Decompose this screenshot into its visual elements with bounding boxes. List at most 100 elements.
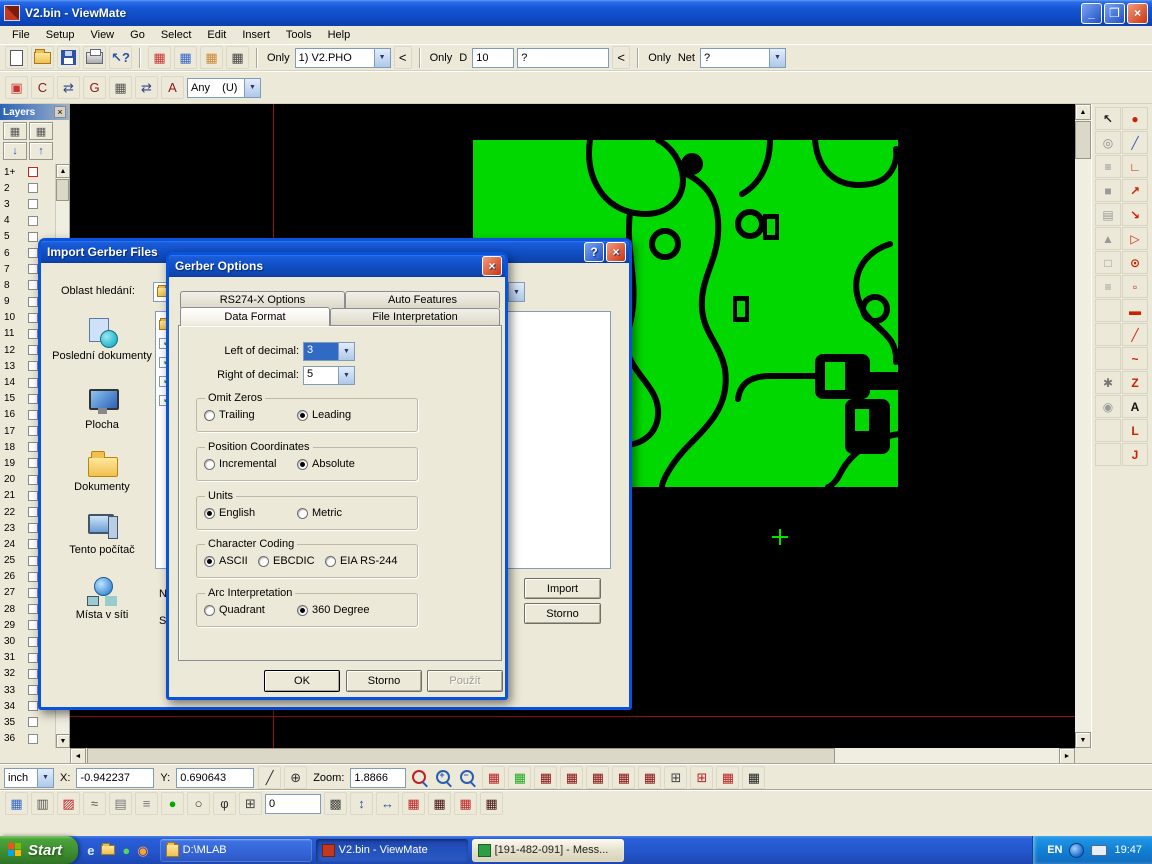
left-of-decimal-combo[interactable]: 3 ▼	[303, 342, 355, 361]
select-mode-combo[interactable]: Any (U) ▼	[187, 78, 261, 98]
menu-select[interactable]: Select	[153, 27, 200, 43]
radio-quadrant[interactable]: Quadrant	[204, 604, 265, 616]
zoom-out-icon[interactable]: −	[458, 768, 478, 788]
chevron-down-icon[interactable]: ▼	[338, 343, 354, 360]
layer-color-checkbox[interactable]	[28, 410, 38, 420]
layer-row-1+[interactable]: 1+	[0, 164, 56, 180]
tool-icon[interactable]: ⊕	[284, 766, 307, 789]
radio-ebcdic[interactable]: EBCDIC	[258, 555, 315, 567]
tray-status-icon[interactable]	[1069, 843, 1084, 858]
layer-row-4[interactable]: 4	[0, 213, 56, 229]
layer-color-checkbox[interactable]	[28, 329, 38, 339]
layer-color-checkbox[interactable]	[28, 717, 38, 727]
layer-color-checkbox[interactable]	[28, 539, 38, 549]
menu-insert[interactable]: Insert	[234, 27, 278, 43]
layer-color-checkbox[interactable]	[28, 458, 38, 468]
tool-icon[interactable]: ▦	[560, 766, 583, 789]
tool-icon[interactable]: C	[31, 76, 54, 99]
radio-360-degree[interactable]: 360 Degree	[297, 604, 370, 616]
tool-icon[interactable]: ▤	[109, 792, 132, 815]
tool-icon[interactable]: ≡	[135, 792, 158, 815]
radio-icon[interactable]	[204, 459, 215, 470]
ok-button[interactable]: OK	[264, 670, 340, 692]
layer-color-checkbox[interactable]	[28, 167, 38, 177]
layer-color-checkbox[interactable]	[28, 507, 38, 517]
zoom-in-icon[interactable]: +	[434, 768, 454, 788]
close-icon[interactable]: ×	[54, 106, 66, 118]
taskbar-item-mlab[interactable]: D:\MLAB	[160, 839, 312, 862]
horizontal-scrollbar[interactable]: ◄ ►	[70, 748, 1075, 764]
scroll-up-icon[interactable]: ▲	[1075, 104, 1091, 120]
radio-leading[interactable]: Leading	[297, 409, 351, 421]
layer-color-checkbox[interactable]	[28, 248, 38, 258]
tool-icon[interactable]: ▦	[508, 766, 531, 789]
tool-icon[interactable]: ▨	[57, 792, 80, 815]
tool-icon[interactable]: ↖	[1095, 107, 1121, 130]
layer-color-checkbox[interactable]	[28, 183, 38, 193]
tool-icon[interactable]: ⊙	[1122, 251, 1148, 274]
tool-icon[interactable]: ≡	[1095, 155, 1121, 178]
scrollbar-thumb[interactable]	[1075, 121, 1091, 159]
tool-icon[interactable]: ▦	[226, 46, 249, 69]
layer-color-checkbox[interactable]	[28, 588, 38, 598]
menu-tools[interactable]: Tools	[278, 27, 320, 43]
quicklaunch-icon[interactable]: e	[87, 844, 94, 857]
tool-icon[interactable]	[1095, 299, 1121, 322]
layer-color-checkbox[interactable]	[28, 556, 38, 566]
y-coordinate-input[interactable]: 0.690643	[176, 768, 254, 788]
tool-icon[interactable]: ▷	[1122, 227, 1148, 250]
new-button[interactable]	[5, 46, 28, 69]
tool-icon[interactable]: ▦	[3, 122, 27, 140]
tool-icon[interactable]: A	[1122, 395, 1148, 418]
scroll-right-icon[interactable]: ►	[1059, 748, 1075, 764]
tool-icon[interactable]	[1095, 323, 1121, 346]
tool-icon[interactable]: ⊞	[239, 792, 262, 815]
radio-icon[interactable]	[297, 410, 308, 421]
tool-icon[interactable]: ◎	[1095, 131, 1121, 154]
chevron-down-icon[interactable]: ▼	[769, 49, 785, 67]
layer-color-checkbox[interactable]	[28, 523, 38, 533]
scroll-up-icon[interactable]: ▲	[56, 164, 70, 178]
tool-icon[interactable]: ▤	[1095, 203, 1121, 226]
chevron-down-icon[interactable]: ▼	[244, 79, 260, 97]
tool-icon[interactable]: ▫	[1122, 275, 1148, 298]
layer-color-checkbox[interactable]	[28, 378, 38, 388]
scroll-down-icon[interactable]: ▼	[56, 734, 70, 748]
tool-icon[interactable]: ▦	[109, 76, 132, 99]
only-layer-label[interactable]: Only	[265, 52, 292, 64]
restore-button[interactable]: ❒	[1104, 3, 1125, 24]
tool-icon[interactable]: ∟	[1122, 155, 1148, 178]
layer-color-checkbox[interactable]	[28, 685, 38, 695]
tool-icon[interactable]: ▲	[1095, 227, 1121, 250]
menu-setup[interactable]: Setup	[38, 27, 83, 43]
tool-icon[interactable]: ⊞	[690, 766, 713, 789]
dcode-query-input[interactable]: ?	[517, 48, 609, 68]
tool-icon[interactable]: ▦	[402, 792, 425, 815]
dcode-input[interactable]: 10	[472, 48, 514, 68]
place-network[interactable]: Místa v síti	[51, 576, 153, 621]
tool-icon[interactable]: ●	[1122, 107, 1148, 130]
tool-icon[interactable]: ≡	[1095, 275, 1121, 298]
layer-color-checkbox[interactable]	[28, 653, 38, 663]
layer-color-checkbox[interactable]	[28, 280, 38, 290]
only-net-label[interactable]: Only	[646, 52, 673, 64]
radio-metric[interactable]: Metric	[297, 507, 342, 519]
prev-dcode-button[interactable]: <	[612, 46, 630, 69]
tool-icon[interactable]: ▦	[148, 46, 171, 69]
tab-file-interpretation[interactable]: File Interpretation	[330, 308, 500, 325]
tool-icon[interactable]: □	[1095, 251, 1121, 274]
menu-file[interactable]: File	[4, 27, 38, 43]
right-of-decimal-combo[interactable]: 5 ▼	[303, 366, 355, 385]
menu-help[interactable]: Help	[320, 27, 359, 43]
scrollbar-thumb[interactable]	[56, 179, 69, 201]
place-desktop[interactable]: Plocha	[51, 386, 153, 431]
tool-icon[interactable]: ✱	[1095, 371, 1121, 394]
start-button[interactable]: Start	[0, 836, 78, 864]
layer-color-checkbox[interactable]	[28, 216, 38, 226]
radio-icon[interactable]	[204, 605, 215, 616]
cancel-button[interactable]: Storno	[524, 603, 601, 624]
layer-color-checkbox[interactable]	[28, 442, 38, 452]
layer-row-35[interactable]: 35	[0, 714, 56, 730]
radio-eia-rs244[interactable]: EIA RS-244	[325, 555, 397, 567]
tool-icon[interactable]: ▦	[480, 792, 503, 815]
